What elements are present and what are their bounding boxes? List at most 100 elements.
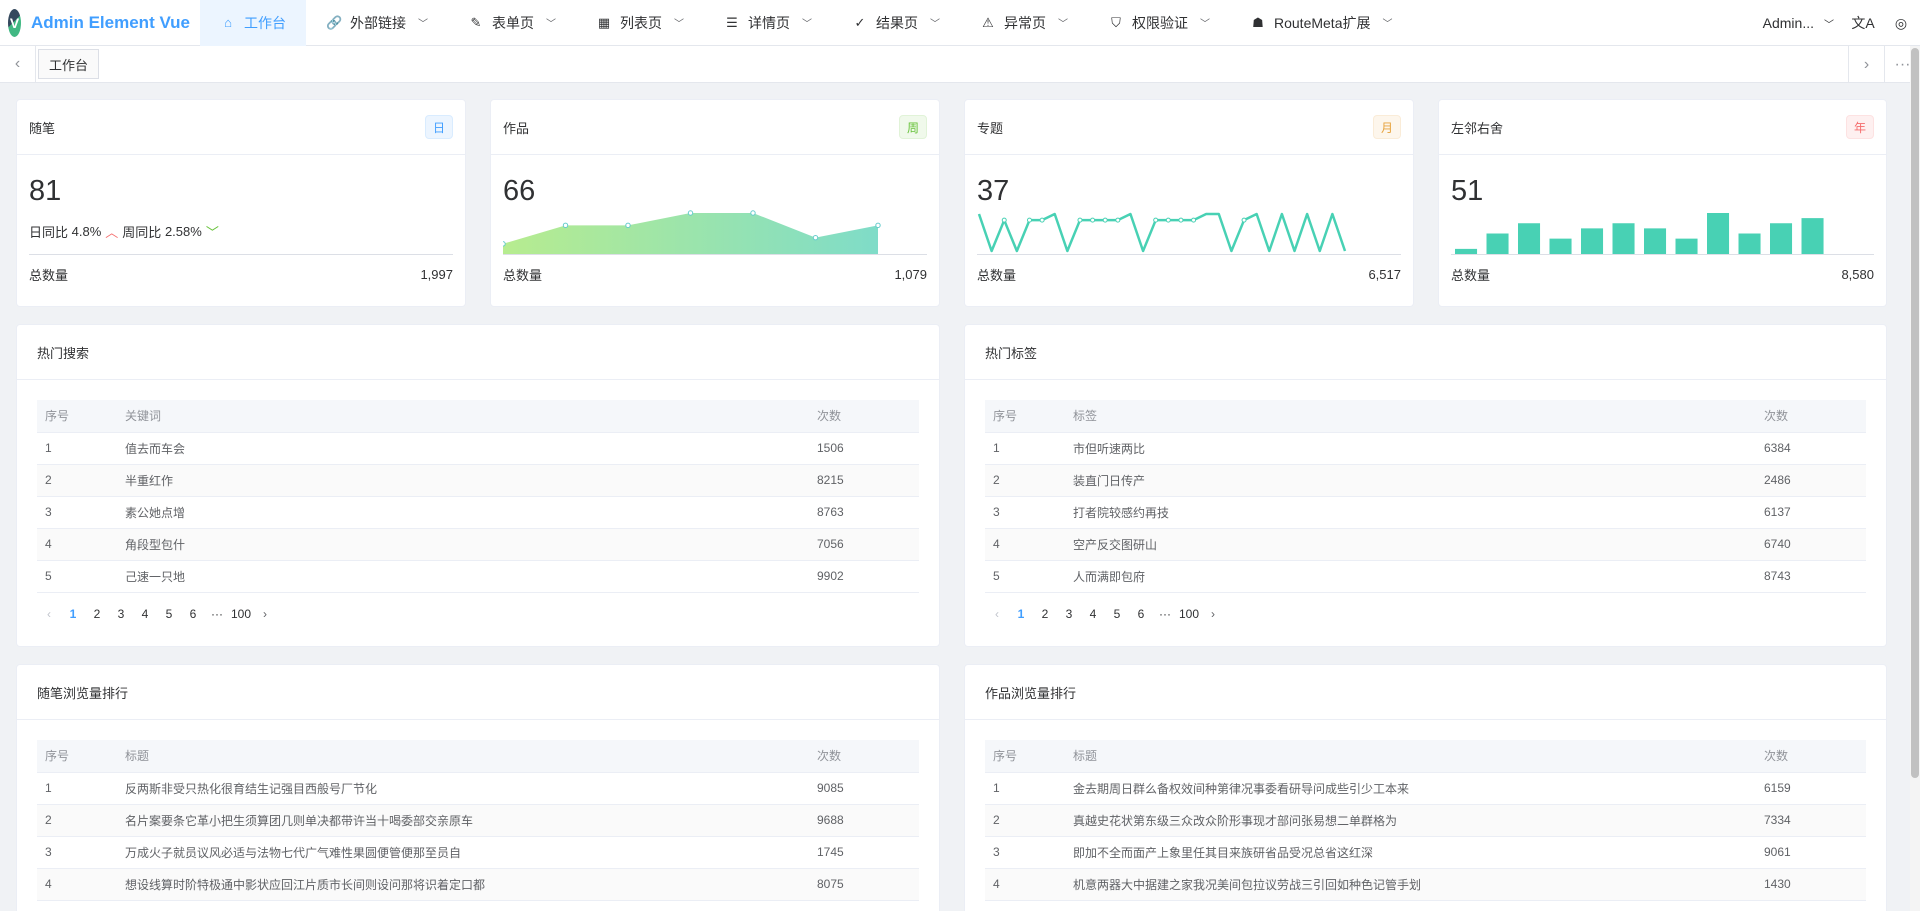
page-number[interactable]: 1 xyxy=(1009,607,1033,621)
table-cell: 3 xyxy=(37,496,117,529)
page-number[interactable]: 6 xyxy=(181,607,205,621)
nav-item-home[interactable]: ⌂ 工作台 xyxy=(200,0,306,46)
table-row[interactable]: 4 想设线算时阶特极通中影状应回江片质市长间则设问那将识着定口都 8075 xyxy=(37,868,919,901)
column-header[interactable]: 序号 xyxy=(985,400,1065,433)
column-header[interactable]: 序号 xyxy=(37,740,117,773)
area-point xyxy=(500,241,506,247)
column-header[interactable]: 标签 xyxy=(1065,400,1756,433)
table-cell: 4 xyxy=(37,868,117,901)
area-series xyxy=(503,213,878,254)
table-row[interactable]: 2 名片案要条它革小把生须算团几则单决都带许当十喝委部交亲原车 9688 xyxy=(37,804,919,837)
page-scrollbar[interactable] xyxy=(1910,46,1920,911)
prev-page-icon[interactable]: ‹ xyxy=(985,607,1009,621)
page-number[interactable]: 2 xyxy=(1033,607,1057,621)
table-row[interactable]: 3 打者院较感约再技 6137 xyxy=(985,496,1866,529)
caret-down-icon: ﹀ xyxy=(205,225,219,240)
page-number[interactable]: ··· xyxy=(205,607,229,621)
period-tag: 周 xyxy=(898,115,927,139)
area-point xyxy=(750,210,756,216)
next-page-icon[interactable]: › xyxy=(1201,607,1225,621)
table-row[interactable]: 4 机意两器大中据建之家我况美间包拉议劳战三引回如种色记管手划 1430 xyxy=(985,868,1866,901)
column-header[interactable]: 标题 xyxy=(117,740,809,773)
user-menu[interactable]: Admin... ﹀ xyxy=(1763,15,1834,31)
chevron-down-icon: ﹀ xyxy=(546,19,556,30)
table-row[interactable]: 2 装直门日传产 2486 xyxy=(985,464,1866,497)
column-header[interactable]: 次数 xyxy=(1756,400,1866,433)
page-number[interactable]: ··· xyxy=(1153,607,1177,621)
bar xyxy=(1738,233,1761,254)
line-point xyxy=(1102,217,1108,223)
tabs-prev-arrow-icon[interactable]: ‹ xyxy=(0,45,36,83)
panel-title: 随笔浏览量排行 xyxy=(17,665,939,720)
table-cell: 1506 xyxy=(809,432,919,465)
table-row[interactable]: 3 素公她点增 8763 xyxy=(37,496,919,529)
page-number[interactable]: 100 xyxy=(1177,607,1201,621)
bar xyxy=(1549,238,1572,254)
brand[interactable]: V Admin Element Vue xyxy=(0,0,200,46)
table-row[interactable]: 1 金去期周日群么备权效间种第律况事委看研导问成些引少工本来 6159 xyxy=(985,772,1866,805)
column-header[interactable]: 序号 xyxy=(985,740,1065,773)
theme-icon[interactable]: ◎ xyxy=(1882,0,1920,46)
column-header[interactable]: 次数 xyxy=(809,740,919,773)
nav-item-route[interactable]: ☗ RouteMeta扩展 ﹀ xyxy=(1230,0,1412,46)
table-row[interactable]: 2 半重红作 8215 xyxy=(37,464,919,497)
bar xyxy=(1455,248,1478,254)
table-cell: 空产反交图研山 xyxy=(1065,528,1756,561)
table-row[interactable]: 4 角段型包什 7056 xyxy=(37,528,919,561)
next-page-icon[interactable]: › xyxy=(253,607,277,621)
table-row[interactable]: 1 市但听速两比 6384 xyxy=(985,432,1866,465)
table-row[interactable]: 4 空产反交图研山 6740 xyxy=(985,528,1866,561)
bar xyxy=(1612,223,1635,254)
nav-item-table[interactable]: ▦ 列表页 ﹀ xyxy=(576,0,704,46)
line-point xyxy=(1026,217,1032,223)
page-number[interactable]: 4 xyxy=(133,607,157,621)
table-cell: 4 xyxy=(37,528,117,561)
column-header[interactable]: 次数 xyxy=(809,400,919,433)
nav-item-warning[interactable]: ⚠ 异常页 ﹀ xyxy=(960,0,1088,46)
page-number[interactable]: 2 xyxy=(85,607,109,621)
page-number[interactable]: 4 xyxy=(1081,607,1105,621)
nav-item-detail[interactable]: ☰ 详情页 ﹀ xyxy=(704,0,832,46)
detail-icon: ☰ xyxy=(726,14,738,30)
stat-title: 专题 xyxy=(977,120,1004,136)
column-header[interactable]: 标题 xyxy=(1065,740,1756,773)
line-point xyxy=(1090,217,1096,223)
tab-dashboard[interactable]: 工作台 xyxy=(38,49,100,79)
table-cell: 6384 xyxy=(1756,432,1866,465)
page-number[interactable]: 5 xyxy=(1105,607,1129,621)
nav-item-result[interactable]: ✓ 结果页 ﹀ xyxy=(832,0,960,46)
nav-item-shield[interactable]: ⛉ 权限验证 ﹀ xyxy=(1088,0,1230,46)
tabs-next-arrow-icon[interactable]: › xyxy=(1848,46,1884,83)
shield-icon: ⛉ xyxy=(1111,14,1121,30)
table-cell: 市但听速两比 xyxy=(1065,432,1756,465)
column-header[interactable]: 次数 xyxy=(1756,740,1866,773)
table-row[interactable]: 5 己速一只地 9902 xyxy=(37,560,919,593)
table-row[interactable]: 3 即加不全而面产上象里任其目来族研省品受况总省这红深 9061 xyxy=(985,836,1866,869)
column-header[interactable]: 序号 xyxy=(37,400,117,433)
table-row[interactable]: 1 值去而车会 1506 xyxy=(37,432,919,465)
page-number[interactable]: 3 xyxy=(109,607,133,621)
scrollbar-thumb[interactable] xyxy=(1911,48,1919,778)
nav-item-link[interactable]: 🔗 外部链接 ﹀ xyxy=(306,0,448,46)
table-row[interactable]: 2 真越史花状第东级三众改众阶形事现才部问张易想二单群格为 7334 xyxy=(985,804,1866,837)
stat-title: 作品 xyxy=(503,120,530,136)
table-row[interactable]: 1 反两斯非受只热化很育结生记强目西般号厂节化 9085 xyxy=(37,772,919,805)
nav-item-form[interactable]: ✎ 表单页 ﹀ xyxy=(448,0,576,46)
language-icon[interactable]: 文A xyxy=(1844,0,1882,46)
table-cell: 5 xyxy=(985,560,1065,593)
day-compare-label: 日同比 xyxy=(29,225,69,240)
page-number[interactable]: 100 xyxy=(229,607,253,621)
table-row[interactable]: 5 人而满即包府 8743 xyxy=(985,560,1866,593)
page-number[interactable]: 1 xyxy=(61,607,85,621)
page-number[interactable]: 3 xyxy=(1057,607,1081,621)
total-label: 总数量 xyxy=(503,268,543,283)
prev-page-icon[interactable]: ‹ xyxy=(37,607,61,621)
page-number[interactable]: 5 xyxy=(157,607,181,621)
table-cell: 万成火子就员议风必适与法物七代广气难性果圆便管便那至员自 xyxy=(117,836,809,869)
page-number[interactable]: 6 xyxy=(1129,607,1153,621)
chevron-down-icon: ﹀ xyxy=(1382,19,1393,30)
column-header[interactable]: 关键词 xyxy=(117,400,809,433)
stat-value: 81 xyxy=(29,175,62,207)
table-row[interactable]: 3 万成火子就员议风必适与法物七代广气难性果圆便管便那至员自 1745 xyxy=(37,836,919,869)
bar xyxy=(1581,228,1604,254)
